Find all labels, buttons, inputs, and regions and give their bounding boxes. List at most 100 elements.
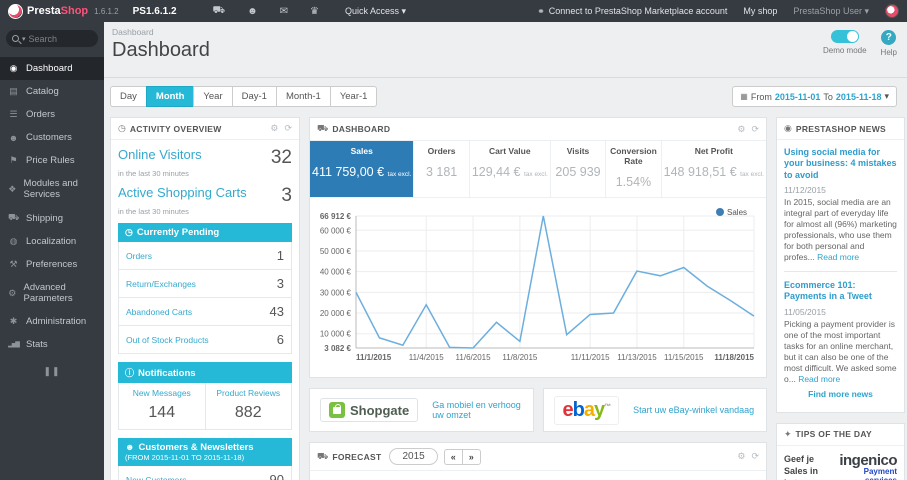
trophy-icon[interactable]: ♛	[310, 6, 319, 17]
search-scope-caret-icon[interactable]: ▾	[22, 35, 26, 43]
gear-icon[interactable]: ⚙	[737, 451, 745, 462]
shopgate-banner[interactable]: Shopgate Ga mobiel en verhoog uw omzet	[309, 388, 534, 432]
refresh-icon[interactable]: ⟳	[751, 124, 759, 135]
date-filter-bar: Day Month Year Day-1 Month-1 Year-1 ▦ Fr…	[104, 78, 907, 113]
brand-presta: Presta	[27, 5, 61, 17]
gear-icon[interactable]: ⚙	[737, 124, 745, 135]
shop-tag: PS1.6.1.2	[132, 5, 177, 17]
sidebar-collapse-button[interactable]: ❚❚	[0, 366, 104, 377]
kpi-conversion-rate[interactable]: Conversion Rate 1.54%	[606, 141, 662, 197]
svg-text:11/1/2015: 11/1/2015	[356, 353, 392, 362]
news-article-body: In 2015, social media are an integral pa…	[784, 196, 897, 262]
price-rules-icon: ⚑	[9, 155, 18, 165]
ebay-link[interactable]: Start uw eBay-winkel vandaag	[633, 405, 754, 415]
currently-pending-header: ◷ Currently Pending	[118, 223, 292, 242]
help-icon[interactable]: ?	[881, 30, 897, 45]
date-from: 2015-11-01	[774, 91, 821, 102]
forecast-year[interactable]: 2015	[389, 448, 438, 465]
forecast-prev-button[interactable]: «	[443, 448, 462, 465]
sidebar-item-preferences[interactable]: ⚒ Preferences	[0, 253, 104, 276]
localization-icon: ◍	[9, 236, 18, 246]
main-content: Dashboard Dashboard Demo mode ? Help Day…	[104, 22, 907, 480]
mail-icon[interactable]: ✉	[280, 6, 288, 17]
prestashop-logo[interactable]: PrestaShop 1.6.1.2 PS1.6.1.2	[0, 3, 185, 19]
chevron-down-icon: ▾	[884, 91, 889, 101]
active-carts-link[interactable]: Active Shopping Carts	[118, 185, 247, 200]
sidebar-item-customers[interactable]: ☻ Customers	[0, 126, 104, 149]
find-more-news-link[interactable]: Find more news	[784, 385, 897, 405]
news-article-date: 11/12/2015	[784, 184, 826, 195]
filter-day-button[interactable]: Day	[110, 86, 146, 107]
sidebar-item-stats[interactable]: ▂▅▇ Stats	[0, 333, 104, 356]
ingenico-logo: ingenico Payment services	[839, 451, 897, 480]
forecast-cart-icon: ⛟	[317, 450, 329, 461]
svg-text:50 000 €: 50 000 €	[320, 247, 352, 256]
sidebar-item-shipping[interactable]: ⛟ Shipping	[0, 206, 104, 230]
filter-day-1-button[interactable]: Day-1	[231, 86, 276, 107]
forecast-panel: ⛟ FORECAST 2015 « » ⚙⟳ Traffic Conversi	[309, 442, 767, 480]
pending-row-returns[interactable]: Return/Exchanges 3	[119, 270, 291, 298]
kpi-orders[interactable]: Orders 3 181	[414, 141, 470, 197]
kpi-visits[interactable]: Visits 205 939	[551, 141, 607, 197]
forecast-next-button[interactable]: »	[461, 448, 481, 465]
kpi-cart-value[interactable]: Cart Value 129,44 € tax excl.	[470, 141, 551, 197]
read-more-link[interactable]: Read more	[817, 252, 859, 262]
refresh-icon[interactable]: ⟳	[751, 451, 759, 462]
demo-mode-control: Demo mode	[823, 30, 867, 55]
gear-icon[interactable]: ⚙	[270, 123, 278, 134]
prestashop-news-panel: ◉ PRESTASHOP NEWS Using social media for…	[776, 117, 905, 413]
customers-row-new[interactable]: New Customers 90	[119, 466, 291, 480]
cart-icon[interactable]: ⛟	[213, 5, 226, 18]
user-menu[interactable]: PrestaShop User ▾	[793, 6, 869, 17]
filter-year-1-button[interactable]: Year-1	[329, 86, 378, 107]
shipping-icon: ⛟	[8, 212, 20, 222]
sidebar-item-dashboard[interactable]: ◉ Dashboard	[0, 57, 104, 80]
product-reviews-cell[interactable]: Product Reviews 882	[204, 383, 292, 429]
news-article-title[interactable]: Ecommerce 101: Payments in a Tweet	[784, 280, 897, 303]
pending-row-orders[interactable]: Orders 1	[119, 242, 291, 270]
activity-panel-title: ACTIVITY OVERVIEW	[129, 123, 222, 134]
sidebar-item-advanced-parameters[interactable]: ⚙ Advanced Parameters	[0, 276, 104, 310]
refresh-icon[interactable]: ⟳	[284, 123, 292, 134]
filter-month-1-button[interactable]: Month-1	[275, 86, 330, 107]
date-range-picker[interactable]: ▦ From 2015-11-01 To 2015-11-18 ▾	[732, 86, 897, 107]
pending-row-abandoned-carts[interactable]: Abandoned Carts 43	[119, 298, 291, 326]
pending-row-out-of-stock[interactable]: Out of Stock Products 6	[119, 326, 291, 353]
filter-year-button[interactable]: Year	[193, 86, 232, 107]
sidebar-item-localization[interactable]: ◍ Localization	[0, 230, 104, 253]
sidebar-item-administration[interactable]: ✱ Administration	[0, 310, 104, 333]
breadcrumb[interactable]: Dashboard	[112, 27, 895, 37]
read-more-link[interactable]: Read more	[798, 374, 840, 384]
calendar-icon: ▦	[740, 92, 748, 101]
shopgate-link[interactable]: Ga mobiel en verhoog uw omzet	[432, 400, 522, 420]
online-visitors-link[interactable]: Online Visitors	[118, 147, 202, 162]
new-messages-cell[interactable]: New Messages 144	[119, 383, 205, 429]
search-input[interactable]	[28, 33, 87, 44]
kpi-sales[interactable]: Sales 411 759,00 € tax excl.	[310, 141, 415, 197]
quick-access-menu[interactable]: Quick Access ▾	[345, 6, 406, 17]
ebay-banner[interactable]: ebay™ Start uw eBay-winkel vandaag	[542, 388, 767, 432]
demo-mode-toggle[interactable]	[830, 30, 859, 43]
page-title: Dashboard	[112, 39, 210, 61]
kpi-net-profit[interactable]: Net Profit 148 918,51 € tax excl.	[662, 141, 766, 197]
kpi-row: Sales 411 759,00 € tax excl. Orders 3 18…	[310, 141, 766, 198]
sidebar-item-price-rules[interactable]: ⚑ Price Rules	[0, 149, 104, 172]
marketplace-connect-link[interactable]: ⚭ Connect to PrestaShop Marketplace accou…	[537, 6, 727, 17]
advanced-parameters-icon: ⚙	[8, 287, 17, 298]
sidebar-search[interactable]: ▾	[6, 30, 98, 47]
modules-icon: ❖	[8, 183, 17, 194]
dashboard-panel: ⛟ DASHBOARD ⚙ ⟳ Sales 411 759,00 € tax ex…	[309, 117, 767, 378]
sidebar-item-modules[interactable]: ❖ Modules and Services	[0, 172, 104, 206]
sidebar-item-orders[interactable]: ☰ Orders	[0, 103, 104, 126]
filter-month-button[interactable]: Month	[145, 86, 194, 107]
svg-text:11/15/2015: 11/15/2015	[664, 353, 704, 362]
my-shop-link[interactable]: My shop	[743, 6, 777, 16]
link-icon: ⚭	[537, 5, 545, 16]
sidebar-item-catalog[interactable]: ▤ Catalog	[0, 80, 104, 103]
customer-icon[interactable]: ☻	[247, 6, 258, 17]
news-article-title[interactable]: Using social media for your business: 4 …	[784, 147, 897, 181]
svg-text:11/11/2015: 11/11/2015	[571, 353, 610, 362]
user-avatar[interactable]	[885, 4, 899, 18]
topbar: PrestaShop 1.6.1.2 PS1.6.1.2 ⛟ ☻ ✉ ♛ Qui…	[0, 0, 907, 22]
tips-panel-title: TIPS OF THE DAY	[795, 429, 872, 440]
